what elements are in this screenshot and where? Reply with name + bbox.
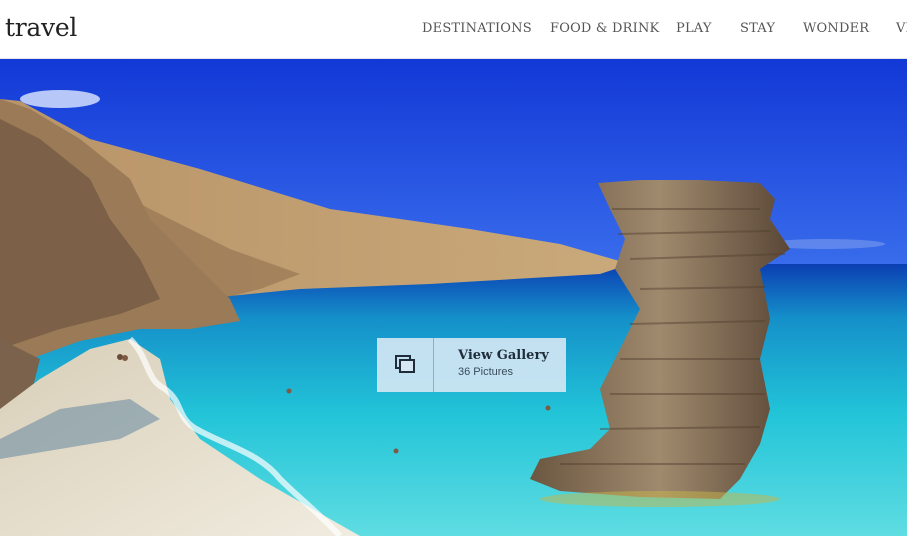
site-header: travel DESTINATIONS FOOD & DRINK PLAY ST… <box>0 0 907 59</box>
view-gallery-button[interactable]: View Gallery 36 Pictures <box>377 338 566 392</box>
nav-item-play[interactable]: PLAY <box>676 21 712 36</box>
gallery-title: View Gallery <box>458 348 549 363</box>
gallery-icon-container <box>377 338 434 392</box>
nav-item-wonder[interactable]: WONDER <box>803 21 869 36</box>
nav-item-food-drink[interactable]: FOOD & DRINK <box>550 21 659 36</box>
nav-item-stay[interactable]: STAY <box>740 21 775 36</box>
gallery-stack-icon <box>395 355 415 373</box>
nav-item-destinations[interactable]: DESTINATIONS <box>422 21 532 36</box>
hero-image: View Gallery 36 Pictures <box>0 59 907 536</box>
beach-landscape-illustration <box>0 59 907 536</box>
main-nav: DESTINATIONS FOOD & DRINK PLAY STAY WOND… <box>0 21 907 41</box>
gallery-picture-count: 36 Pictures <box>458 366 514 378</box>
nav-item-truncated[interactable]: VI <box>896 21 907 36</box>
